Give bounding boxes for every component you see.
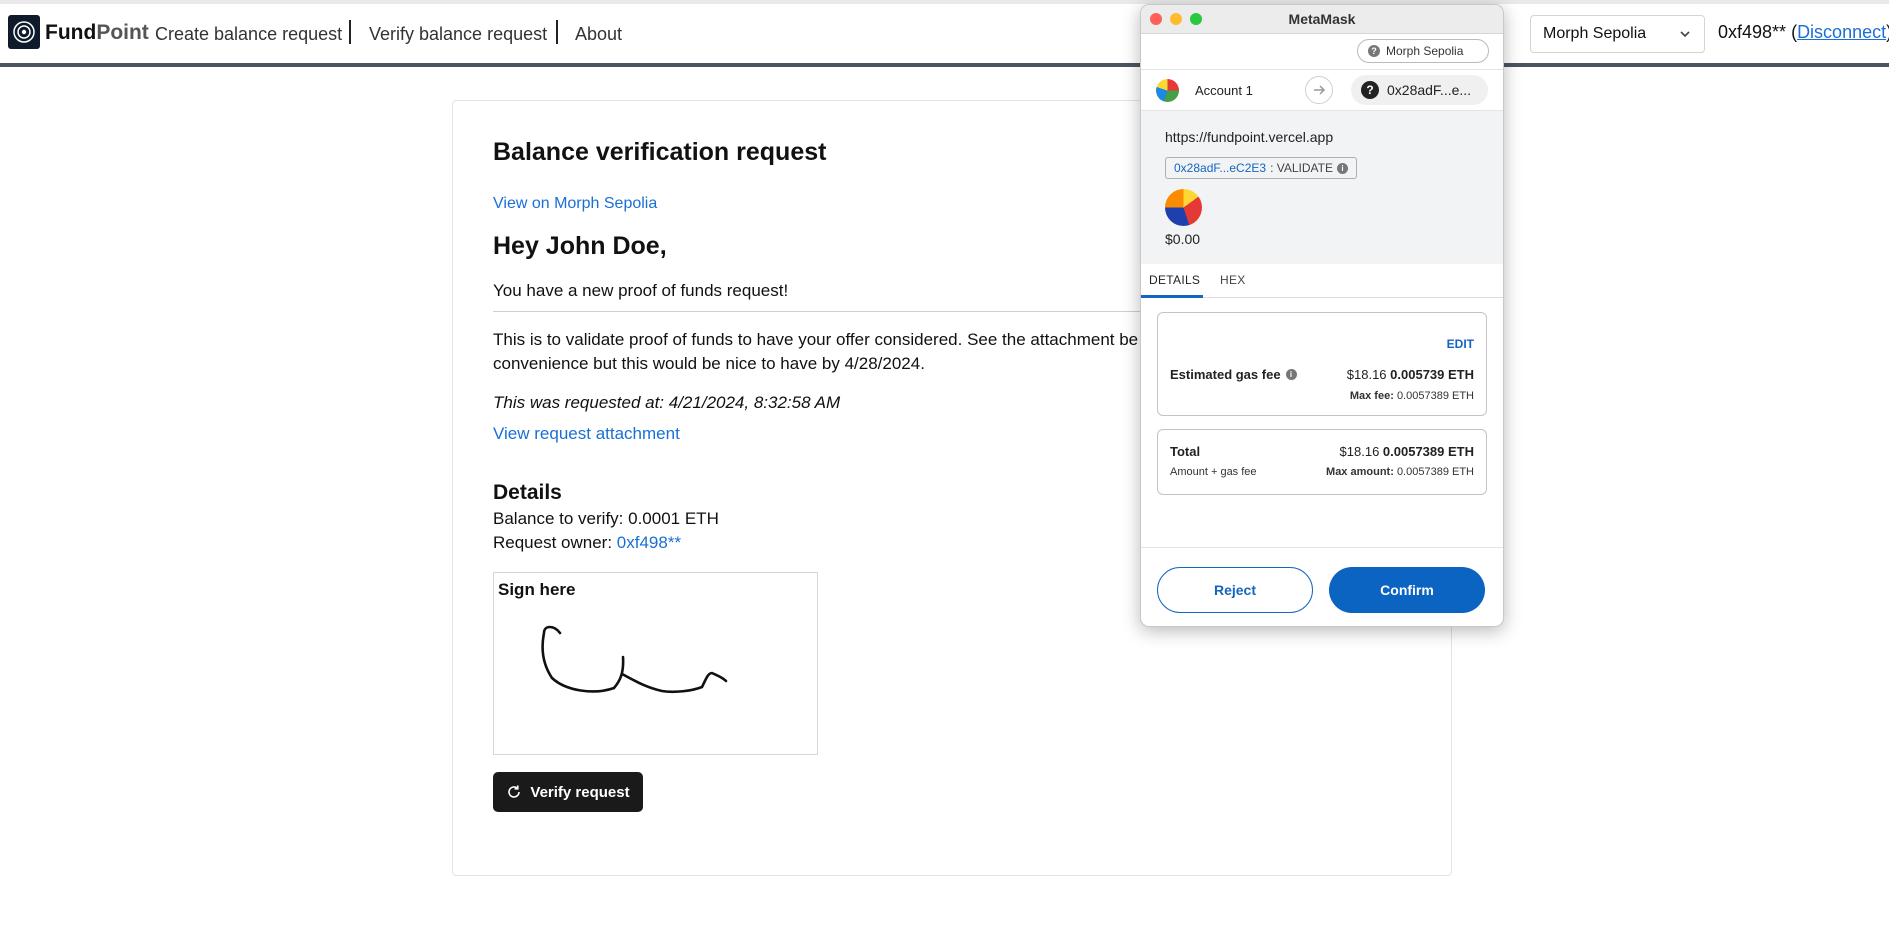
account-name[interactable]: Account 1	[1195, 83, 1253, 98]
chevron-down-icon	[1680, 31, 1690, 38]
metamask-network-pill[interactable]: ? Morph Sepolia	[1357, 39, 1489, 63]
total-box: Total $18.16 0.0057389 ETH Amount + gas …	[1157, 429, 1487, 495]
edit-gas-button[interactable]: EDIT	[1447, 337, 1474, 351]
wallet-address: 0xf498** (Disconnect)	[1718, 22, 1889, 42]
footer-divider	[1141, 547, 1503, 548]
nav-separator	[556, 20, 558, 44]
owner-label: Request owner:	[493, 533, 617, 552]
disconnect-link[interactable]: Disconnect	[1797, 22, 1886, 42]
total-value: $18.16 0.0057389 ETH	[1340, 444, 1474, 459]
verify-request-label: Verify request	[530, 783, 630, 801]
view-on-explorer-link[interactable]: View on Morph Sepolia	[493, 195, 657, 213]
greeting-heading: Hey John Doe,	[493, 232, 667, 260]
gas-fee-usd: $18.16	[1346, 367, 1387, 382]
recipient-address: 0x28adF...e...	[1387, 82, 1472, 98]
nav-separator	[349, 20, 351, 44]
max-fee-value: 0.0057389 ETH	[1396, 390, 1474, 402]
max-amount-label: Max amount:	[1326, 466, 1394, 478]
signature-stroke	[541, 625, 728, 694]
tab-details[interactable]: DETAILS	[1149, 273, 1200, 287]
question-icon: ?	[1368, 45, 1380, 57]
token-icon	[1165, 189, 1202, 226]
origin-url: https://fundpoint.vercel.app	[1165, 129, 1334, 145]
arrow-right-icon	[1305, 76, 1333, 104]
tab-hex[interactable]: HEX	[1220, 273, 1246, 287]
network-select[interactable]: Morph Sepolia	[1530, 15, 1705, 53]
metamask-title: MetaMask	[1288, 11, 1356, 27]
verify-request-button[interactable]: Verify request	[493, 772, 643, 812]
fundpoint-logo-icon[interactable]	[8, 15, 40, 49]
request-subtitle: You have a new proof of funds request!	[493, 281, 789, 300]
reject-button[interactable]: Reject	[1157, 567, 1313, 613]
max-fee: Max fee: 0.0057389 ETH	[1350, 390, 1474, 402]
view-attachment-link[interactable]: View request attachment	[493, 424, 680, 444]
active-tab-indicator	[1141, 295, 1203, 298]
gas-fee-value: $18.16 0.005739 ETH	[1347, 367, 1474, 382]
total-label: Total	[1170, 444, 1201, 459]
brand-rest: Point	[96, 21, 149, 44]
balance-value: 0.0001 ETH	[628, 509, 719, 528]
method-name: : VALIDATE	[1270, 161, 1333, 175]
max-fee-label: Max fee:	[1349, 390, 1394, 402]
brand-name[interactable]: FundPoint	[45, 20, 149, 46]
total-eth: 0.0057389 ETH	[1382, 444, 1474, 459]
total-sublabel: Amount + gas fee	[1170, 466, 1257, 478]
metamask-titlebar: MetaMask	[1141, 5, 1503, 34]
header-divider	[0, 63, 1889, 67]
metamask-tabs: DETAILS HEX	[1141, 264, 1503, 298]
transaction-summary: https://fundpoint.vercel.app 0x28adF...e…	[1141, 111, 1503, 264]
refresh-icon	[508, 785, 521, 798]
nav-create-balance-request[interactable]: Create balance request	[155, 22, 342, 46]
gas-fee-label-text: Estimated gas fee	[1170, 367, 1281, 382]
wallet-address-value: 0xf498**	[1718, 22, 1787, 42]
question-icon: ?	[1361, 81, 1379, 99]
confirm-button[interactable]: Confirm	[1329, 567, 1485, 613]
gas-fee-box: EDIT Estimated gas fee i $18.16 0.005739…	[1157, 312, 1487, 416]
max-amount: Max amount: 0.0057389 ETH	[1326, 466, 1474, 478]
details-heading: Details	[493, 481, 562, 504]
account-avatar	[1156, 79, 1179, 102]
request-owner: Request owner: 0xf498**	[493, 533, 681, 553]
metamask-network-label: Morph Sepolia	[1386, 44, 1464, 58]
divider	[493, 311, 1143, 312]
page-title: Balance verification request	[493, 138, 827, 166]
signature-pad[interactable]: Sign here	[493, 572, 818, 755]
brand-bold: Fund	[45, 21, 97, 44]
request-message-line-2: convenience but this would be nice to ha…	[493, 354, 925, 373]
request-message-line-1: This is to validate proof of funds to ha…	[493, 330, 1139, 349]
owner-address-link[interactable]: 0xf498**	[617, 533, 681, 552]
transaction-amount: $0.00	[1165, 231, 1201, 247]
contract-method-badge[interactable]: 0x28adF...eC2E3 : VALIDATE i	[1165, 157, 1357, 179]
metamask-window: MetaMask ? Morph Sepolia Account 1 ? 0x2…	[1140, 4, 1504, 627]
recipient-pill[interactable]: ? 0x28adF...e...	[1351, 75, 1488, 105]
balance-label: Balance to verify:	[493, 509, 629, 528]
nav-verify-balance-request[interactable]: Verify balance request	[369, 22, 547, 46]
requested-timestamp: This was requested at: 4/21/2024, 8:32:5…	[493, 393, 841, 412]
balance-to-verify: Balance to verify: 0.0001 ETH	[493, 509, 719, 529]
request-message: This is to validate proof of funds to ha…	[493, 328, 1143, 376]
info-icon[interactable]: i	[1285, 369, 1297, 380]
gas-fee-label: Estimated gas fee i	[1170, 367, 1297, 382]
gas-fee-eth: 0.005739 ETH	[1390, 367, 1474, 382]
account-bar: Account 1 ? 0x28adF...e...	[1141, 69, 1503, 111]
contract-address-link[interactable]: 0x28adF...eC2E3	[1174, 161, 1266, 175]
info-icon[interactable]: i	[1336, 162, 1348, 174]
nav-about[interactable]: About	[575, 22, 622, 46]
total-usd: $18.16	[1339, 444, 1380, 459]
network-select-value: Morph Sepolia	[1543, 25, 1647, 42]
max-amount-value: 0.0057389 ETH	[1396, 466, 1474, 478]
